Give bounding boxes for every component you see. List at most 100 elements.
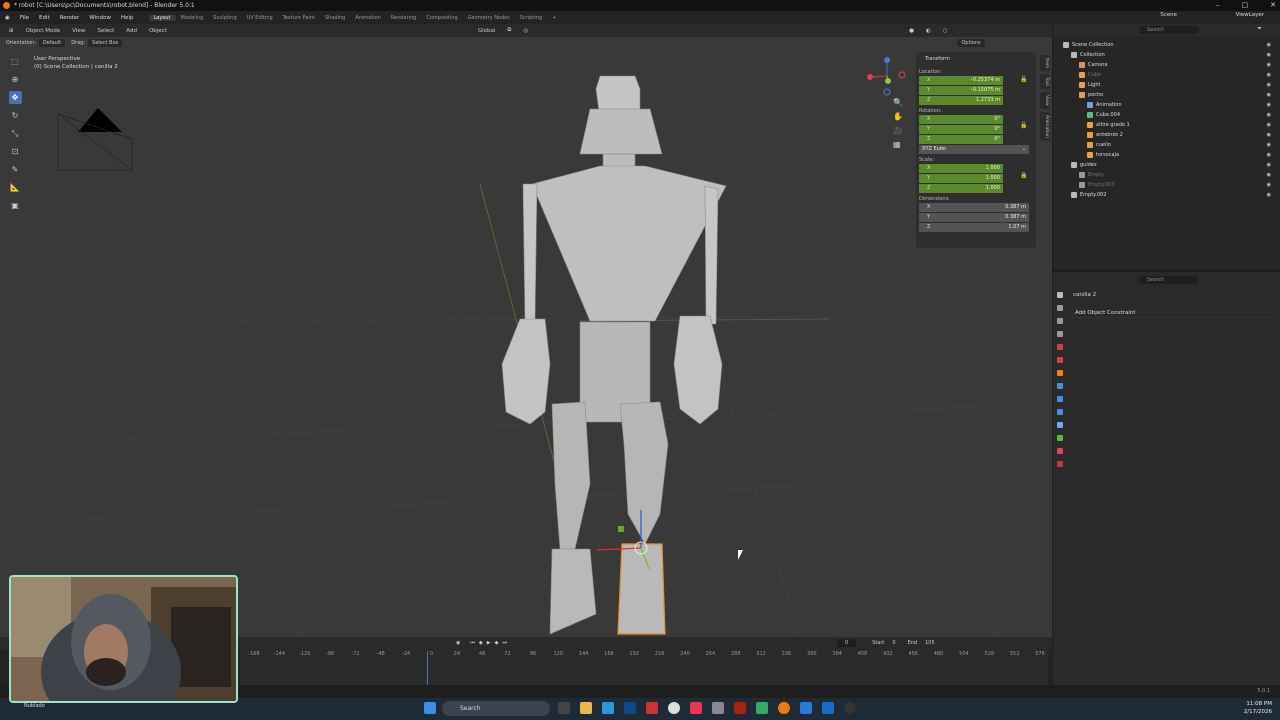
outliner-row[interactable]: Camera ◉: [1063, 60, 1273, 70]
prev-keyframe-icon[interactable]: ◆: [479, 640, 483, 646]
tab-item[interactable]: Item: [1040, 55, 1050, 72]
robot-model[interactable]: [501, 75, 727, 635]
tab-modeling[interactable]: Modeling: [176, 15, 209, 21]
world-tab-icon[interactable]: [1057, 357, 1063, 363]
add-object-constraint-button[interactable]: Add Object Constraint: [1071, 309, 1273, 318]
data-tab-icon[interactable]: [1057, 435, 1063, 441]
rotation-mode-dropdown[interactable]: XYZ Euler ⌄: [919, 145, 1029, 154]
menu-select[interactable]: Select: [94, 27, 117, 35]
visibility-eye-icon[interactable]: ◉: [1267, 130, 1271, 140]
outliner-row[interactable]: cuello ◉: [1063, 140, 1273, 150]
options-dropdown[interactable]: Options: [957, 39, 985, 47]
object-tab-icon[interactable]: [1057, 370, 1063, 376]
menu-render[interactable]: Render: [55, 15, 85, 21]
outliner-row[interactable]: antebrzo 2 ◉: [1063, 130, 1273, 140]
mode-dropdown[interactable]: Object Mode: [22, 26, 64, 35]
play-icon[interactable]: ▶: [487, 640, 491, 646]
orientation-dropdown[interactable]: Default: [38, 39, 66, 47]
annotate-tool-icon[interactable]: ✎: [9, 163, 22, 176]
visibility-eye-icon[interactable]: ◉: [1267, 50, 1271, 60]
outliner-row[interactable]: guides ◉: [1063, 160, 1273, 170]
tab-scripting[interactable]: Scripting: [515, 15, 547, 21]
visibility-eye-icon[interactable]: ◉: [1267, 190, 1271, 200]
drag-dropdown[interactable]: Select Box: [88, 39, 123, 47]
rotation-y-field[interactable]: Y 0°: [919, 125, 1003, 134]
outliner-row[interactable]: Empty.003 ◉: [1063, 180, 1273, 190]
view-layer-selector[interactable]: ViewLayer: [1236, 12, 1264, 18]
outliner-search-input[interactable]: Search: [1139, 26, 1199, 34]
app-icon[interactable]: [800, 702, 812, 714]
outliner-row[interactable]: Collection ◉: [1063, 50, 1273, 60]
lock-icon[interactable]: 🔓: [1020, 76, 1027, 83]
visibility-eye-icon[interactable]: ◉: [1267, 150, 1271, 160]
material-tab-icon[interactable]: [1057, 448, 1063, 454]
select-box-tool-icon[interactable]: ⬚: [9, 55, 22, 68]
menu-file[interactable]: File: [15, 15, 34, 21]
outliner-row[interactable]: Animation ◉: [1063, 100, 1273, 110]
transform-tool-icon[interactable]: ⊡: [9, 145, 22, 158]
tab-texture-paint[interactable]: Texture Paint: [278, 15, 320, 21]
dimensions-y-field[interactable]: Y 0.387 m: [919, 213, 1029, 222]
menu-add[interactable]: Add: [123, 27, 140, 35]
zoom-icon[interactable]: 🔍: [893, 98, 903, 107]
visibility-eye-icon[interactable]: ◉: [1267, 170, 1271, 180]
system-clock[interactable]: 11:08 PM 2/17/2026: [1244, 700, 1272, 716]
close-icon[interactable]: ✕: [1270, 0, 1276, 11]
location-z-field[interactable]: Z 1.2733 m: [919, 96, 1003, 105]
task-view-icon[interactable]: [558, 702, 570, 714]
menu-help[interactable]: Help: [116, 15, 139, 21]
shading-material-icon[interactable]: ◐: [923, 27, 934, 35]
visibility-eye-icon[interactable]: ◉: [1267, 180, 1271, 190]
app-icon[interactable]: [646, 702, 658, 714]
shading-solid-icon[interactable]: ●: [906, 27, 917, 35]
transform-orientation-dropdown[interactable]: Global: [474, 26, 499, 35]
scale-x-field[interactable]: X 1.000: [919, 164, 1003, 173]
tab-tool[interactable]: Tool: [1040, 74, 1050, 89]
navigation-gizmo[interactable]: [866, 55, 908, 97]
next-keyframe-icon[interactable]: ◆: [495, 640, 499, 646]
outliner-row[interactable]: pecho ◉: [1063, 90, 1273, 100]
measure-tool-icon[interactable]: 📐: [9, 181, 22, 194]
blender-taskbar-icon[interactable]: [778, 702, 790, 714]
constraints-tab-icon[interactable]: [1057, 422, 1063, 428]
rotate-tool-icon[interactable]: ↻: [9, 109, 22, 122]
outliner-row[interactable]: Scene Collection ◉: [1063, 40, 1273, 50]
app-icon[interactable]: [844, 702, 856, 714]
store-icon[interactable]: [624, 702, 636, 714]
file-explorer-icon[interactable]: [580, 702, 592, 714]
tab-shading[interactable]: Shading: [320, 15, 350, 21]
move-tool-icon[interactable]: ✥: [8, 91, 22, 104]
visibility-eye-icon[interactable]: ◉: [1267, 100, 1271, 110]
proportional-edit-icon[interactable]: ◎: [520, 27, 531, 35]
view-layer-tab-icon[interactable]: [1057, 331, 1063, 337]
scene-tab-icon[interactable]: [1057, 344, 1063, 350]
cursor-tool-icon[interactable]: ⊕: [9, 73, 22, 86]
rotation-z-field[interactable]: Z 0°: [919, 135, 1003, 144]
scale-y-field[interactable]: Y 1.000: [919, 174, 1003, 183]
outliner-row[interactable]: Empty ◉: [1063, 170, 1273, 180]
camera-view-icon[interactable]: 🎥: [893, 126, 903, 135]
minimize-icon[interactable]: –: [1216, 0, 1220, 11]
add-workspace-icon[interactable]: +: [547, 15, 561, 21]
visibility-eye-icon[interactable]: ◉: [1267, 110, 1271, 120]
jump-start-icon[interactable]: ⏮: [470, 640, 475, 646]
visibility-eye-icon[interactable]: ◉: [1267, 40, 1271, 50]
editor-type-icon[interactable]: ⊞: [6, 27, 17, 35]
blender-menu-icon[interactable]: ◉: [0, 15, 15, 21]
tab-animation[interactable]: Animation: [350, 15, 386, 21]
lock-icon[interactable]: 🔓: [1020, 122, 1027, 129]
rotation-x-field[interactable]: X 0°: [919, 115, 1003, 124]
dimensions-x-field[interactable]: X 0.387 m: [919, 203, 1029, 212]
camera-object[interactable]: [57, 108, 133, 171]
dimensions-z-field[interactable]: Z 1.07 m: [919, 223, 1029, 232]
visibility-eye-icon[interactable]: ◉: [1267, 70, 1271, 80]
app-icon[interactable]: [822, 702, 834, 714]
adobe-icon[interactable]: [734, 702, 746, 714]
visibility-eye-icon[interactable]: ◉: [1267, 160, 1271, 170]
tab-compositing[interactable]: Compositing: [421, 15, 462, 21]
visibility-eye-icon[interactable]: ◉: [1267, 90, 1271, 100]
tab-layout[interactable]: Layout: [148, 14, 176, 21]
outliner-row[interactable]: altire grado 1 ◉: [1063, 120, 1273, 130]
scene-selector[interactable]: Scene: [1160, 12, 1177, 18]
app-icon[interactable]: [756, 702, 768, 714]
